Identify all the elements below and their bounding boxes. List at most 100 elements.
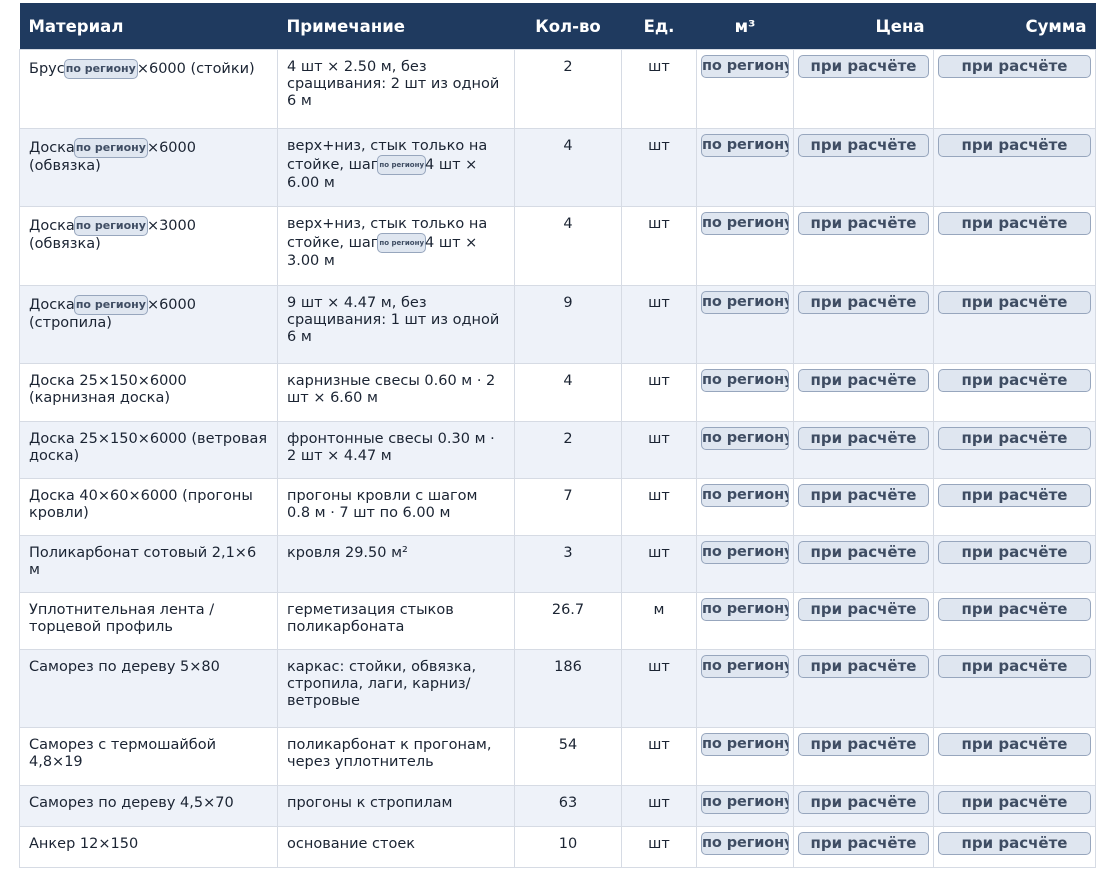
price-calc-button[interactable]: при расчёте xyxy=(798,541,929,564)
price-cell: при расчёте xyxy=(793,421,934,479)
material-cell: Поликарбонат сотовый 2,1×6 м xyxy=(19,535,278,593)
m3-region-button[interactable]: по региону xyxy=(701,598,789,621)
sum-calc-button[interactable]: при расчёте xyxy=(938,791,1091,814)
region-placeholder[interactable]: по региону xyxy=(377,233,427,253)
region-placeholder[interactable]: по региону xyxy=(73,295,148,315)
m3-region-button[interactable]: по региону xyxy=(701,832,789,855)
price-calc-button[interactable]: при расчёте xyxy=(798,212,929,235)
price-calc-button[interactable]: при расчёте xyxy=(798,791,929,814)
m3-region-button[interactable]: по региону xyxy=(701,291,789,314)
price-cell: при расчёте xyxy=(793,785,934,827)
m3-cell: по региону xyxy=(696,727,794,786)
note-cell: 4 шт × 2.50 м, без сращивания: 2 шт из о… xyxy=(277,49,515,129)
unit-cell: шт xyxy=(621,421,697,479)
sum-cell: при расчёте xyxy=(933,727,1096,786)
m3-region-button[interactable]: по региону xyxy=(701,427,789,450)
m3-cell: по региону xyxy=(696,206,794,286)
m3-cell: по региону xyxy=(696,592,794,650)
sum-cell: при расчёте xyxy=(933,128,1096,207)
header-material: Материал xyxy=(19,3,278,50)
note-cell: прогоны к стропилам xyxy=(277,785,515,827)
sum-calc-button[interactable]: при расчёте xyxy=(938,832,1091,855)
price-calc-button[interactable]: при расчёте xyxy=(798,291,929,314)
sum-cell: при расчёте xyxy=(933,535,1096,593)
sum-calc-button[interactable]: при расчёте xyxy=(938,733,1091,756)
price-calc-button[interactable]: при расчёте xyxy=(798,134,929,157)
m3-region-button[interactable]: по региону xyxy=(701,791,789,814)
qty-cell: 4 xyxy=(514,128,622,207)
price-calc-button[interactable]: при расчёте xyxy=(798,655,929,678)
qty-cell: 54 xyxy=(514,727,622,786)
sum-calc-button[interactable]: при расчёте xyxy=(938,134,1091,157)
unit-cell: шт xyxy=(621,785,697,827)
price-cell: при расчёте xyxy=(793,478,934,536)
m3-cell: по региону xyxy=(696,128,794,207)
price-cell: при расчёте xyxy=(793,727,934,786)
m3-region-button[interactable]: по региону xyxy=(701,733,789,756)
qty-cell: 186 xyxy=(514,649,622,728)
sum-calc-button[interactable]: при расчёте xyxy=(938,427,1091,450)
qty-cell: 2 xyxy=(514,49,622,129)
price-cell: при расчёте xyxy=(793,592,934,650)
qty-cell: 26.7 xyxy=(514,592,622,650)
m3-cell: по региону xyxy=(696,421,794,479)
header-qty: Кол-во xyxy=(514,3,622,50)
material-cell: Доска 40×60×6000 (прогоны кровли) xyxy=(19,478,278,536)
price-cell: при расчёте xyxy=(793,826,934,868)
price-calc-button[interactable]: при расчёте xyxy=(798,733,929,756)
table-row: Доскапо региону×6000 (обвязка) верх+низ,… xyxy=(19,128,1096,207)
table-row: Доскапо региону×6000 (стропила) 9 шт × 4… xyxy=(19,285,1096,364)
unit-cell: шт xyxy=(621,363,697,422)
price-calc-button[interactable]: при расчёте xyxy=(798,427,929,450)
qty-cell: 3 xyxy=(514,535,622,593)
note-cell: прогоны кровли с шагом 0.8 м · 7 шт по 6… xyxy=(277,478,515,536)
sum-calc-button[interactable]: при расчёте xyxy=(938,484,1091,507)
price-calc-button[interactable]: при расчёте xyxy=(798,832,929,855)
sum-cell: при расчёте xyxy=(933,478,1096,536)
region-placeholder[interactable]: по региону xyxy=(377,155,427,175)
price-cell: при расчёте xyxy=(793,535,934,593)
sum-calc-button[interactable]: при расчёте xyxy=(938,212,1091,235)
header-price: Цена xyxy=(793,3,934,50)
region-placeholder[interactable]: по региону xyxy=(73,138,148,158)
note-cell: герметизация стыков поликарбоната xyxy=(277,592,515,650)
table-row: Доска 40×60×6000 (прогоны кровли) прогон… xyxy=(19,478,1096,536)
sum-calc-button[interactable]: при расчёте xyxy=(938,55,1091,78)
m3-region-button[interactable]: по региону xyxy=(701,55,789,78)
table-row: Доска 25×150×6000 (ветровая доска) фронт… xyxy=(19,421,1096,479)
sum-calc-button[interactable]: при расчёте xyxy=(938,655,1091,678)
material-cell: Анкер 12×150 xyxy=(19,826,278,868)
unit-cell: шт xyxy=(621,727,697,786)
sum-calc-button[interactable]: при расчёте xyxy=(938,541,1091,564)
m3-cell: по региону xyxy=(696,478,794,536)
sum-calc-button[interactable]: при расчёте xyxy=(938,291,1091,314)
sum-cell: при расчёте xyxy=(933,363,1096,422)
unit-cell: шт xyxy=(621,128,697,207)
m3-region-button[interactable]: по региону xyxy=(701,212,789,235)
table-row: Доска 25×150×6000 (карнизная доска) карн… xyxy=(19,363,1096,422)
price-calc-button[interactable]: при расчёте xyxy=(798,369,929,392)
sum-cell: при расчёте xyxy=(933,421,1096,479)
table-row: Саморез с термошайбой 4,8×19 поликарбона… xyxy=(19,727,1096,786)
m3-region-button[interactable]: по региону xyxy=(701,134,789,157)
m3-region-button[interactable]: по региону xyxy=(701,369,789,392)
sum-cell: при расчёте xyxy=(933,592,1096,650)
header-sum: Сумма xyxy=(933,3,1096,50)
region-placeholder[interactable]: по региону xyxy=(73,216,148,236)
price-calc-button[interactable]: при расчёте xyxy=(798,55,929,78)
price-calc-button[interactable]: при расчёте xyxy=(798,484,929,507)
m3-cell: по региону xyxy=(696,363,794,422)
m3-region-button[interactable]: по региону xyxy=(701,484,789,507)
price-cell: при расчёте xyxy=(793,128,934,207)
region-placeholder[interactable]: по региону xyxy=(63,59,138,79)
table-header-row: Материал Примечание Кол-во Ед. м³ Цена С… xyxy=(19,3,1096,50)
sum-calc-button[interactable]: при расчёте xyxy=(938,598,1091,621)
sum-cell: при расчёте xyxy=(933,285,1096,364)
m3-region-button[interactable]: по региону xyxy=(701,541,789,564)
m3-cell: по региону xyxy=(696,649,794,728)
sum-calc-button[interactable]: при расчёте xyxy=(938,369,1091,392)
price-calc-button[interactable]: при расчёте xyxy=(798,598,929,621)
m3-region-button[interactable]: по региону xyxy=(701,655,789,678)
note-cell: карнизные свесы 0.60 м · 2 шт × 6.60 м xyxy=(277,363,515,422)
unit-cell: шт xyxy=(621,206,697,286)
